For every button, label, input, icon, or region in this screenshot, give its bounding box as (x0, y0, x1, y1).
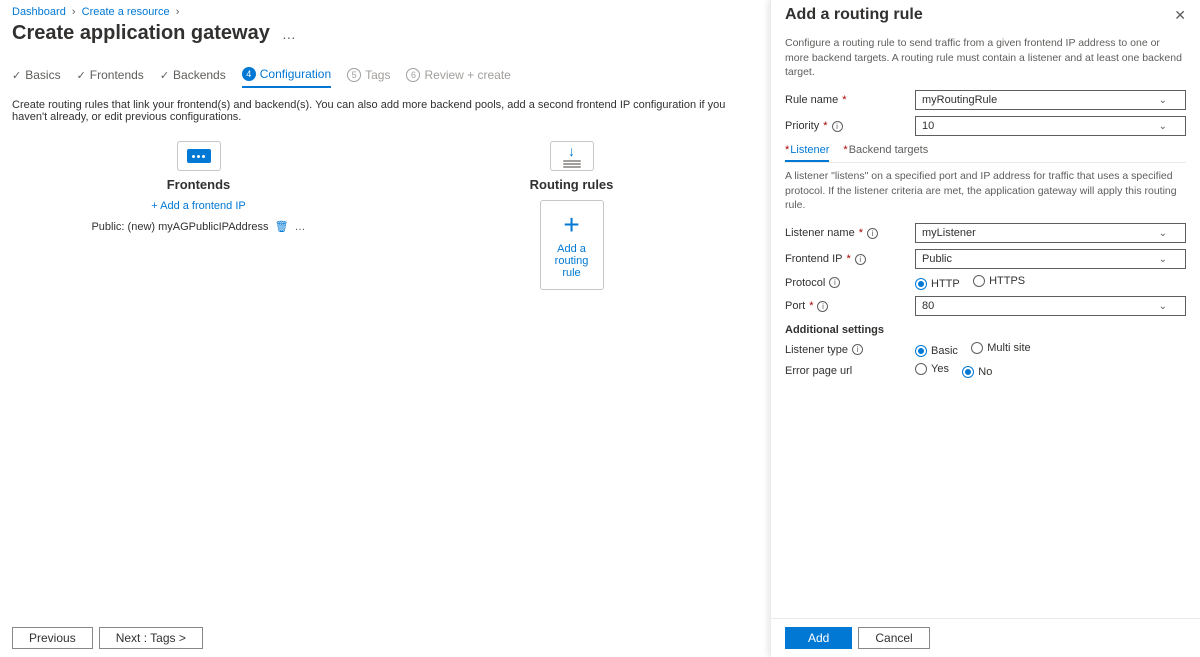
rule-name-input[interactable]: myRoutingRule⌄ (915, 90, 1186, 110)
step-number-icon: 4 (242, 67, 256, 81)
info-icon[interactable]: i (855, 254, 866, 265)
frontends-column: Frontends + Add a frontend IP Public: (n… (12, 141, 385, 290)
protocol-http-radio[interactable]: HTTP (915, 278, 960, 290)
routing-heading: Routing rules (530, 177, 614, 192)
info-icon[interactable]: i (829, 277, 840, 288)
wizard-tab-basics[interactable]: ✓Basics (12, 67, 61, 88)
step-number-icon: 6 (406, 68, 420, 82)
error-page-label: Error page url (785, 365, 852, 377)
more-menu-icon[interactable]: … (278, 26, 300, 42)
error-page-yes-radio[interactable]: Yes (915, 363, 949, 375)
priority-label: Priority (785, 120, 819, 132)
check-icon: ✓ (77, 69, 86, 82)
error-page-no-radio[interactable]: No (962, 366, 992, 378)
listener-name-input[interactable]: myListener⌄ (915, 223, 1186, 243)
blade-title: Add a routing rule (785, 6, 923, 24)
wizard-tab-tags[interactable]: 5Tags (347, 67, 390, 88)
routing-rule-blade: Add a routing rule ✕ Configure a routing… (770, 0, 1200, 657)
add-button[interactable]: Add (785, 627, 852, 649)
frontend-item: Public: (new) myAGPublicIPAddress 🗑 … (91, 220, 305, 233)
add-routing-rule-card[interactable]: + Add a routing rule (540, 200, 604, 290)
wizard-tab-review[interactable]: 6Review + create (406, 67, 510, 88)
rule-name-label: Rule name (785, 94, 838, 106)
protocol-https-radio[interactable]: HTTPS (973, 275, 1025, 287)
info-icon[interactable]: i (852, 344, 863, 355)
blade-footer: Add Cancel (771, 618, 1200, 657)
breadcrumb-item[interactable]: Create a resource (82, 6, 170, 18)
frontend-ip-label: Frontend IP (785, 253, 842, 265)
frontends-heading: Frontends (167, 177, 231, 192)
listener-type-basic-radio[interactable]: Basic (915, 345, 958, 357)
chevron-down-icon: ⌄ (1159, 95, 1167, 106)
wizard-tab-configuration[interactable]: 4Configuration (242, 67, 331, 88)
wizard-tabs: ✓Basics ✓Frontends ✓Backends 4Configurat… (12, 67, 758, 89)
delete-icon[interactable]: 🗑 (275, 220, 289, 233)
port-input[interactable]: 80⌄ (915, 296, 1186, 316)
next-button[interactable]: Next : Tags > (99, 627, 203, 649)
additional-settings-heading: Additional settings (785, 324, 1186, 336)
config-description: Create routing rules that link your fron… (12, 99, 758, 123)
tab-listener[interactable]: *Listener (785, 144, 829, 162)
priority-input[interactable]: 10⌄ (915, 116, 1186, 136)
check-icon: ✓ (12, 69, 21, 82)
wizard-tab-frontends[interactable]: ✓Frontends (77, 67, 144, 88)
frontend-ip-select[interactable]: Public⌄ (915, 249, 1186, 269)
tab-backend-targets[interactable]: *Backend targets (843, 144, 928, 162)
add-frontend-link[interactable]: + Add a frontend IP (151, 200, 246, 212)
blade-subtabs: *Listener *Backend targets (785, 144, 1186, 163)
more-icon[interactable]: … (295, 221, 306, 233)
protocol-label: Protocol (785, 277, 825, 289)
listener-description: A listener "listens" on a specified port… (785, 169, 1186, 213)
main-content: Dashboard › Create a resource › Create a… (0, 0, 770, 657)
port-label: Port (785, 300, 805, 312)
listener-type-label: Listener type (785, 344, 848, 356)
chevron-down-icon: ⌄ (1159, 254, 1167, 265)
chevron-down-icon: ⌄ (1159, 301, 1167, 312)
info-icon[interactable]: i (867, 228, 878, 239)
routing-icon: ↓ (550, 141, 594, 171)
routing-column: ↓ Routing rules + Add a routing rule (385, 141, 758, 290)
close-icon[interactable]: ✕ (1174, 7, 1186, 24)
blade-description: Configure a routing rule to send traffic… (785, 36, 1186, 80)
breadcrumb-item[interactable]: Dashboard (12, 6, 66, 18)
plus-icon: + (563, 211, 579, 239)
frontends-icon (177, 141, 221, 171)
arrow-down-icon: ↓ (568, 144, 575, 158)
breadcrumb: Dashboard › Create a resource › (12, 6, 758, 18)
chevron-down-icon: ⌄ (1159, 228, 1167, 239)
wizard-footer: Previous Next : Tags > (0, 619, 770, 657)
listener-name-label: Listener name (785, 227, 855, 239)
previous-button[interactable]: Previous (12, 627, 93, 649)
listener-type-multisite-radio[interactable]: Multi site (971, 342, 1030, 354)
cancel-button[interactable]: Cancel (858, 627, 929, 649)
wizard-tab-backends[interactable]: ✓Backends (160, 67, 226, 88)
step-number-icon: 5 (347, 68, 361, 82)
check-icon: ✓ (160, 69, 169, 82)
info-icon[interactable]: i (817, 301, 828, 312)
info-icon[interactable]: i (832, 121, 843, 132)
chevron-down-icon: ⌄ (1159, 121, 1167, 132)
page-title: Create application gateway (12, 22, 270, 45)
